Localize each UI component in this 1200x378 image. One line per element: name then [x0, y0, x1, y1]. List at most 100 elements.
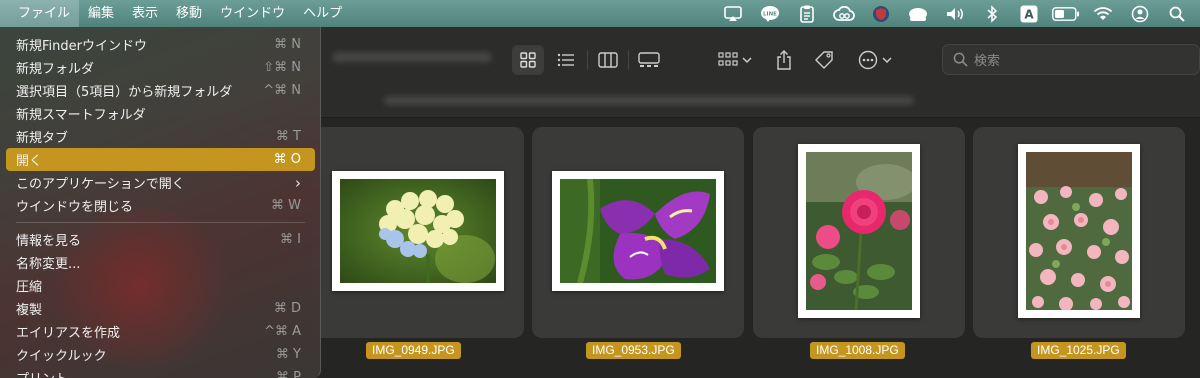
file-name-label[interactable]: IMG_1025.JPG: [1031, 342, 1126, 359]
file-name-label[interactable]: IMG_0949.JPG: [366, 342, 461, 359]
share-button[interactable]: [768, 45, 800, 75]
menu-item-get-info[interactable]: 情報を見る ⌘ I: [6, 228, 315, 251]
submenu-chevron-icon: ›: [295, 173, 301, 192]
columns-icon: [598, 52, 618, 68]
menu-window[interactable]: ウインドウ: [211, 0, 294, 27]
toolbar-divider: [587, 50, 588, 70]
battery-icon[interactable]: [1051, 0, 1081, 27]
shortcut-label: ⌘ T: [275, 129, 301, 144]
search-placeholder: 検索: [974, 54, 1001, 69]
column-view-button[interactable]: [592, 45, 624, 75]
menu-go[interactable]: 移動: [167, 0, 211, 27]
menu-item-new-folder-with-selection[interactable]: 選択項目（5項目）から新規フォルダ ^⌘ N: [6, 79, 315, 102]
tag-icon: [815, 51, 833, 69]
shortcut-label: ⌘ O: [273, 152, 301, 167]
menu-item-label: 情報を見る: [16, 234, 82, 249]
group-grid-icon: [718, 52, 738, 66]
shortcut-label: ^⌘ A: [264, 324, 301, 339]
menu-item-close-window[interactable]: ウインドウを閉じる ⌘ W: [6, 194, 315, 217]
security-shield-icon[interactable]: [866, 0, 896, 27]
menu-item-new-folder[interactable]: 新規フォルダ ⇧⌘ N: [6, 56, 315, 79]
menu-item-label: 新規タブ: [16, 131, 69, 146]
shortcut-label: ⌘ I: [280, 232, 301, 247]
menu-item-print[interactable]: プリント ⌘ P: [6, 366, 315, 378]
menu-file[interactable]: ファイル: [0, 0, 80, 27]
menu-help[interactable]: ヘルプ: [294, 0, 351, 27]
menu-item-new-finder-window[interactable]: 新規Finderウインドウ ⌘ N: [6, 33, 315, 56]
tags-button[interactable]: [808, 45, 840, 75]
file-name-label[interactable]: IMG_0953.JPG: [586, 342, 681, 359]
menu-separator: [16, 222, 305, 223]
shortcut-label: ⌘ P: [276, 370, 301, 378]
menu-item-label: 開く: [16, 154, 43, 169]
file-name-label[interactable]: IMG_1008.JPG: [810, 342, 905, 359]
menu-item-label: 名称変更...: [16, 257, 81, 272]
line-icon-text: LINE: [763, 11, 777, 17]
icon-view-button[interactable]: [512, 45, 544, 75]
menu-edit[interactable]: 編集: [79, 0, 123, 27]
hydrangea-photo: [340, 179, 496, 283]
grid-icon: [520, 52, 536, 68]
window-title-blurred: [332, 52, 492, 62]
menu-bar: ファイル 編集 表示 移動 ウインドウ ヘルプ LINE A: [0, 0, 1200, 27]
bluetooth-icon[interactable]: [977, 0, 1007, 27]
menu-item-quick-look[interactable]: クイックルック ⌘ Y: [6, 343, 315, 366]
gallery-icon: [638, 52, 660, 67]
menu-item-duplicate[interactable]: 複製 ⌘ D: [6, 297, 315, 320]
file-thumbnail[interactable]: [332, 171, 504, 291]
chevron-down-icon: [882, 57, 892, 64]
file-thumbnail[interactable]: [798, 144, 920, 318]
shortcut-label: ^⌘ N: [263, 83, 301, 98]
status-area: LINE A: [711, 0, 1200, 27]
screen-mirror-icon[interactable]: [718, 0, 748, 27]
chevron-down-icon: [742, 57, 752, 64]
shortcut-label: ⌘ D: [273, 301, 301, 316]
ellipsis-circle-icon: [858, 50, 878, 70]
user-account-icon[interactable]: [1125, 0, 1155, 27]
menu-item-label: 選択項目（5項目）から新規フォルダ: [16, 85, 233, 100]
menu-item-label: 複製: [16, 303, 43, 318]
shortcut-label: ⇧⌘ N: [263, 60, 301, 75]
shortcut-label: ⌘ Y: [275, 347, 301, 362]
file-thumbnail[interactable]: [552, 171, 724, 291]
menu-item-open[interactable]: 開く ⌘ O: [6, 148, 315, 171]
menu-item-label: ウインドウを閉じる: [16, 200, 134, 215]
file-thumbnail[interactable]: [1018, 144, 1140, 318]
line-app-icon[interactable]: LINE: [755, 0, 785, 27]
shortcut-label: ⌘ W: [271, 198, 301, 213]
spotlight-search-icon[interactable]: [1162, 0, 1192, 27]
path-bar-blurred: [384, 96, 914, 105]
menu-item-new-smart-folder[interactable]: 新規スマートフォルダ: [6, 102, 315, 125]
search-icon: [953, 52, 968, 67]
menu-item-make-alias[interactable]: エイリアスを作成 ^⌘ A: [6, 320, 315, 343]
volume-icon[interactable]: [940, 0, 970, 27]
clipboard-icon[interactable]: [792, 0, 822, 27]
group-by-button[interactable]: [714, 45, 756, 75]
menu-item-label: 圧縮: [16, 280, 43, 295]
file-menu-dropdown: 新規Finderウインドウ ⌘ N 新規フォルダ ⇧⌘ N 選択項目（5項目）か…: [0, 27, 321, 378]
menu-item-label: 新規フォルダ: [16, 62, 95, 77]
menu-item-label: エイリアスを作成: [16, 326, 121, 341]
menu-item-compress[interactable]: 圧縮: [6, 274, 315, 297]
wifi-icon[interactable]: [1088, 0, 1118, 27]
creative-cloud-icon[interactable]: [829, 0, 859, 27]
list-icon: [557, 53, 574, 67]
menu-view[interactable]: 表示: [123, 0, 167, 27]
more-actions-button[interactable]: [852, 45, 898, 75]
gallery-view-button[interactable]: [632, 45, 666, 75]
list-view-button[interactable]: [550, 45, 582, 75]
menu-item-rename[interactable]: 名称変更...: [6, 251, 315, 274]
menu-item-label: 新規スマートフォルダ: [16, 108, 146, 123]
menu-item-new-tab[interactable]: 新規タブ ⌘ T: [6, 125, 315, 148]
input-source-icon[interactable]: A: [1014, 0, 1044, 27]
shortcut-label: ⌘ N: [274, 37, 301, 52]
toolbar-divider: [628, 50, 629, 70]
menu-item-open-with[interactable]: このアプリケーションで開く ›: [6, 171, 315, 194]
share-icon: [777, 50, 791, 70]
input-mode-label: A: [1024, 7, 1034, 21]
menu-item-label: 新規Finderウインドウ: [16, 39, 147, 54]
search-field[interactable]: 検索: [942, 44, 1200, 75]
menu-item-label: プリント: [16, 368, 276, 378]
cloud-app-icon[interactable]: [903, 0, 933, 27]
menu-item-label: このアプリケーションで開く: [16, 177, 185, 192]
